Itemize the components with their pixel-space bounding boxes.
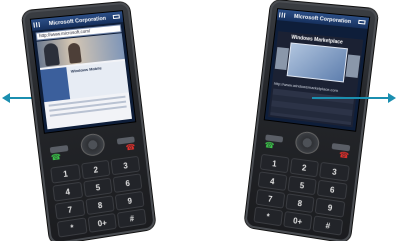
key[interactable]: 5 [287,175,318,196]
battery-icon [358,19,366,25]
key[interactable]: 6 [317,179,348,200]
key[interactable]: 5 [82,177,113,198]
hero-image[interactable] [286,42,348,83]
key[interactable]: 9 [314,197,346,218]
key[interactable]: 7 [255,188,285,209]
key[interactable]: 8 [284,193,315,214]
end-call-icon[interactable]: ☎ [338,150,349,160]
key[interactable]: 3 [110,155,141,176]
page-title: Windows Mobile [70,65,102,74]
arrow-right-icon [312,90,396,106]
keypad: 1 2 3 4 5 6 7 8 9 * 0+ # [253,153,350,236]
battery-icon [112,14,120,20]
key[interactable]: * [253,206,283,227]
key[interactable]: 1 [50,163,81,184]
signal-icon [278,12,286,18]
key[interactable]: 0+ [87,212,118,233]
status-bar: Microsoft Corporation [276,9,370,29]
phone-left: Microsoft Corporation http://www.microso… [21,1,156,241]
key[interactable]: 6 [112,173,143,193]
key[interactable]: 4 [257,171,288,191]
status-title: Microsoft Corporation [293,13,352,25]
key[interactable]: # [312,215,344,236]
web-page[interactable]: Windows Marketplace http://www.windowsma… [267,31,364,128]
key[interactable]: # [117,208,147,229]
call-icon[interactable]: ☎ [264,140,275,150]
thumbnail[interactable] [345,54,361,78]
signal-icon [33,22,41,28]
key[interactable]: 2 [80,159,111,180]
person-figure [67,42,82,64]
call-icon[interactable]: ☎ [50,152,61,162]
status-title: Microsoft Corporation [48,15,107,27]
key[interactable]: 1 [259,153,290,174]
arrow-left-head [2,93,10,103]
key[interactable]: 2 [289,157,320,178]
key[interactable]: 9 [115,190,145,211]
key[interactable]: 8 [85,195,116,216]
key[interactable]: 3 [319,161,350,182]
person-figure [43,42,60,67]
web-page[interactable]: Windows Mobile [36,33,133,130]
arrow-right-shaft [312,97,388,99]
key[interactable]: 0+ [282,210,313,231]
phone-right: Microsoft Corporation Windows Marketplac… [244,0,379,241]
key[interactable]: 4 [52,181,83,202]
key[interactable]: 7 [54,199,86,220]
arrow-right-head [388,93,396,103]
key[interactable]: * [56,217,88,238]
phone-right-screen: Microsoft Corporation Windows Marketplac… [263,8,371,132]
keypad: 1 2 3 4 5 6 7 8 9 * 0+ # [50,155,147,238]
phone-left-screen: Microsoft Corporation http://www.microso… [29,10,137,134]
end-call-icon[interactable]: ☎ [125,142,136,152]
